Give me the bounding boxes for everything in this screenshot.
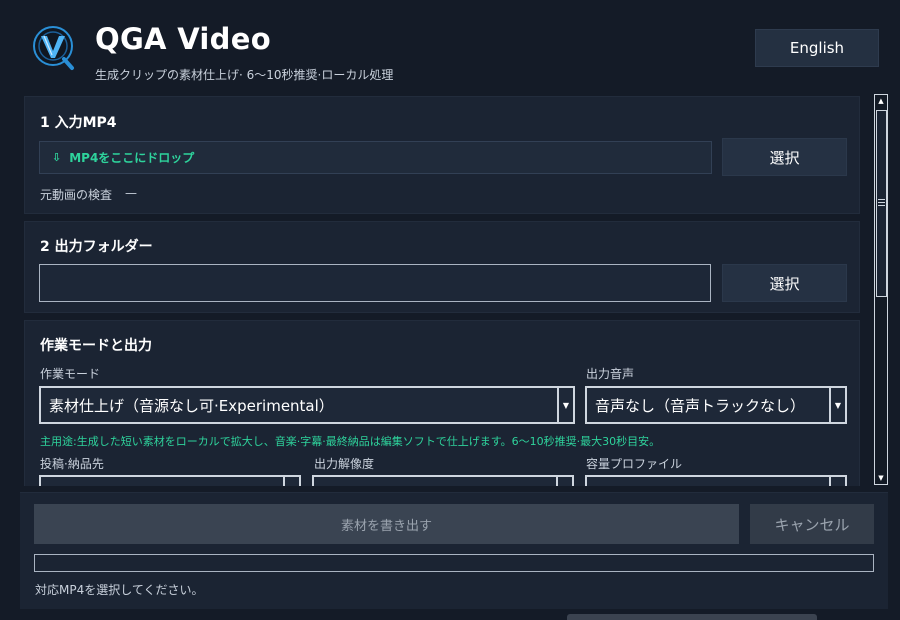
status-text: 対応MP4を選択してください。	[35, 583, 204, 597]
chevron-down-icon[interactable]: ▼	[829, 477, 845, 486]
download-arrow-icon: ⇩	[52, 151, 62, 164]
chevron-down-icon[interactable]: ▼	[557, 388, 573, 422]
settings-scroll-area[interactable]: 1 入力MP4 ⇩ MP4をここにドロップ 選択 元動画の検査 — 2 出力フォ…	[24, 96, 861, 486]
chevron-down-icon[interactable]: ▼	[283, 477, 299, 486]
input-section-title: 1 入力MP4	[40, 115, 117, 131]
progress-bar	[34, 554, 874, 572]
qga-v-logo-icon	[30, 24, 76, 72]
inspect-label: 元動画の検査	[40, 188, 113, 202]
audio-label: 出力音声	[586, 367, 635, 381]
chevron-down-icon[interactable]: ▼	[829, 388, 845, 422]
work-mode-value: 素材仕上げ（音源なし可·Experimental）	[49, 396, 334, 415]
output-folder-title: 2 出力フォルダー	[40, 239, 153, 255]
app-title: QGA Video	[95, 22, 271, 56]
select-folder-button[interactable]: 選択	[722, 264, 847, 302]
scroll-up-icon[interactable]: ▲	[875, 95, 887, 107]
output-folder-card: 2 出力フォルダー 選択	[24, 221, 860, 313]
destination-select[interactable]: ▼	[39, 475, 301, 486]
work-mode-label: 作業モード	[40, 367, 101, 381]
mp4-dropzone[interactable]: ⇩ MP4をここにドロップ	[39, 141, 712, 174]
chevron-down-icon[interactable]: ▼	[556, 477, 572, 486]
cancel-button[interactable]: キャンセル	[750, 504, 874, 544]
scrollbar-thumb[interactable]	[876, 110, 887, 297]
language-toggle-button[interactable]: English	[755, 29, 879, 67]
size-profile-select[interactable]: ▼	[585, 475, 847, 486]
taskbar-handle	[567, 614, 817, 620]
work-mode-select[interactable]: 素材仕上げ（音源なし可·Experimental） ▼	[39, 386, 575, 424]
size-profile-label: 容量プロファイル	[586, 457, 683, 471]
resolution-select[interactable]: ▼	[312, 475, 574, 486]
audio-value: 音声なし（音声トラックなし）	[595, 396, 806, 415]
export-button[interactable]: 素材を書き出す	[34, 504, 739, 544]
vertical-scrollbar[interactable]: ▲ ▼	[874, 94, 888, 485]
scroll-down-icon[interactable]: ▼	[875, 472, 887, 484]
input-mp4-card: 1 入力MP4 ⇩ MP4をここにドロップ 選択 元動画の検査 —	[24, 96, 860, 214]
usage-hint: 主用途:生成した短い素材をローカルで拡大し、音楽·字幕·最終納品は編集ソフトで仕…	[40, 435, 661, 448]
mode-output-card: 作業モードと出力 作業モード 素材仕上げ（音源なし可·Experimental）…	[24, 320, 860, 486]
destination-label: 投稿·納品先	[40, 457, 104, 471]
dropzone-label: MP4をここにドロップ	[69, 151, 195, 165]
app-subtitle: 生成クリップの素材仕上げ· 6〜10秒推奨·ローカル処理	[95, 68, 394, 82]
mode-section-title: 作業モードと出力	[40, 338, 152, 354]
inspect-value: —	[125, 186, 137, 200]
output-folder-field[interactable]	[39, 264, 711, 302]
select-input-button[interactable]: 選択	[722, 138, 847, 176]
resolution-label: 出力解像度	[314, 457, 375, 471]
audio-select[interactable]: 音声なし（音声トラックなし） ▼	[585, 386, 847, 424]
